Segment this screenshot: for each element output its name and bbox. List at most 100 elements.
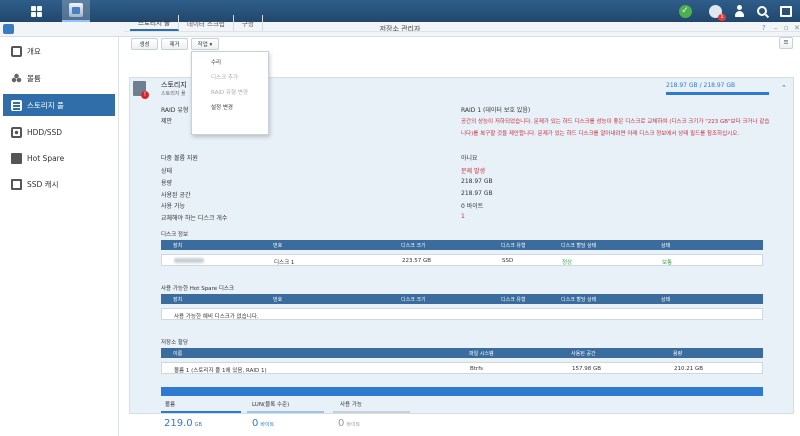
stat-lun-label: LUN(블록 수준) <box>252 402 290 408</box>
tab-settings[interactable]: 구성 <box>234 15 263 31</box>
sidebar-item-label: 스토리지 풀 <box>27 100 64 110</box>
sidebar-item-label: Hot Spare <box>27 153 65 163</box>
col-disk-size: 디스크 크기 <box>401 297 426 303</box>
widgets-icon <box>780 5 792 17</box>
widgets-button[interactable] <box>778 0 794 22</box>
capacity-value: 218.97 GB <box>461 178 493 185</box>
used-space-value: 218.97 GB <box>461 190 493 197</box>
col-alloc-status: 디스크 할당 상태 <box>561 297 597 303</box>
col-used: 사용된 공간 <box>571 351 596 357</box>
device-name-redacted <box>174 258 204 265</box>
replace-count-label: 교체해야 하는 디스크 개수 <box>161 215 228 222</box>
list-view-button[interactable]: ☰ <box>779 37 793 49</box>
search-icon <box>757 6 767 16</box>
sidebar-item-label: 볼륨 <box>27 73 41 83</box>
window-titlebar: 저장소 관리자 ? – ▫ ✕ <box>0 22 800 37</box>
hdd-icon <box>11 126 22 138</box>
action-button[interactable]: 작업 ▾ <box>191 38 219 50</box>
pool-subtitle: 스토리지 풀 <box>161 91 186 97</box>
volume-name: 볼륨 1 (스토리지 풀 1에 있음, RAID 1) <box>174 368 267 374</box>
col-alloc-status: 디스크 할당 상태 <box>561 243 597 249</box>
notifications-button[interactable]: 1 <box>706 0 726 22</box>
stat-available-value: 0 바이트 <box>338 418 360 429</box>
table-row[interactable]: 볼륨 1 (스토리지 풀 1에 있음, RAID 1) Btrfs 157.98… <box>161 362 763 374</box>
disk-info-title: 디스크 정보 <box>161 232 189 238</box>
tab-divider <box>124 31 800 32</box>
used-space: 157.98 GB <box>572 366 602 372</box>
pool-usage-bar <box>666 92 769 95</box>
disk-info-header: 장치 번호 디스크 크기 디스크 유형 디스크 할당 상태 상태 <box>161 240 763 250</box>
disk-number: 디스크 1 <box>274 260 295 266</box>
empty-message: 사용 가능한 예비 디스크가 없습니다. <box>174 314 259 320</box>
col-device: 장치 <box>173 243 183 249</box>
available-label: 사용 가능 <box>161 203 185 210</box>
disk-status: 보통 <box>662 260 673 266</box>
col-name: 이름 <box>173 351 183 357</box>
user-icon <box>734 5 745 17</box>
stat-lun-number: 0 <box>252 418 259 429</box>
status-label: 상태 <box>161 168 173 175</box>
tab-data-scrub[interactable]: 데이터 스크럽 <box>179 15 234 31</box>
system-health-button[interactable]: ✓ <box>676 0 694 22</box>
allocation-title: 저장소 할당 <box>161 340 189 346</box>
check-icon: ✓ <box>678 4 692 18</box>
sidebar-item-overview[interactable]: 개요 <box>3 40 115 62</box>
allocation-bar <box>161 387 763 396</box>
used-space-label: 사용된 공간 <box>161 192 191 199</box>
create-button[interactable]: 생성 <box>131 38 158 50</box>
user-button[interactable] <box>731 0 747 22</box>
hotspare-header: 장치 번호 디스크 크기 디스크 유형 디스크 할당 상태 상태 <box>161 294 763 304</box>
search-button[interactable] <box>754 0 770 22</box>
sidebar-item-volume[interactable]: 볼륨 <box>3 67 115 89</box>
stat-volume-value: 219.0 GB <box>164 418 202 429</box>
raid-type-value: RAID 1 (데이터 보호 있음) <box>461 107 531 114</box>
multi-volume-label: 다중 볼륨 지원 <box>161 155 198 162</box>
menu-item-change-raid[interactable]: RAID 유형 변경 <box>211 88 248 96</box>
remove-button[interactable]: 제거 <box>161 38 188 50</box>
notification-badge: 1 <box>718 13 726 21</box>
col-number: 번호 <box>273 297 283 303</box>
collapse-chevron-icon[interactable]: ⌃ <box>781 84 787 92</box>
col-disk-type: 디스크 유형 <box>501 243 526 249</box>
col-number: 번호 <box>273 243 283 249</box>
empty-row: 사용 가능한 예비 디스크가 없습니다. <box>161 308 763 320</box>
suggestion-text: 공간의 성능이 저하되었습니다. 문제가 있는 하드 디스크를 성능이 좋은 디… <box>461 119 770 137</box>
disk-type: SSD <box>502 258 514 264</box>
menu-item-change-settings[interactable]: 설정 변경 <box>211 103 233 111</box>
stat-lun-unit: 바이트 <box>260 422 275 428</box>
disk-alloc-status: 정상 <box>562 260 573 266</box>
menu-item-repair[interactable]: 수리 <box>211 58 221 66</box>
replace-count-value: 1 <box>461 213 465 220</box>
pool-name: 스토리지 <box>161 81 187 89</box>
col-device: 장치 <box>173 297 183 303</box>
table-row[interactable]: 디스크 1 223.57 GB SSD 정상 보통 <box>161 254 763 266</box>
stat-lun-value: 0 바이트 <box>252 418 274 429</box>
stat-volume-number: 219.0 <box>164 418 193 429</box>
pool-warning-icon <box>133 81 149 99</box>
sidebar-item-hot-spare[interactable]: Hot Spare <box>3 147 115 169</box>
menu-item-add-disk[interactable]: 디스크 추가 <box>211 73 238 81</box>
list-icon: ☰ <box>783 40 789 46</box>
available-value: 0 바이트 <box>461 203 484 210</box>
tab-bar: 스토리지 풀 데이터 스크럽 구성 <box>130 15 263 31</box>
pool-usage-text: 218.97 GB / 218.97 GB <box>666 82 736 89</box>
allocation-header: 이름 파일 시스템 사용된 공간 용량 <box>161 348 763 358</box>
notification-icon: 1 <box>708 4 726 21</box>
col-capacity: 용량 <box>673 351 683 357</box>
filesystem: Btrfs <box>470 366 483 372</box>
grid-icon <box>30 5 42 17</box>
col-status: 상태 <box>661 243 671 249</box>
main-menu-button[interactable] <box>22 0 50 22</box>
sidebar-item-storage-pool[interactable]: 스토리지 풀 <box>3 94 115 116</box>
col-disk-type: 디스크 유형 <box>501 297 526 303</box>
sidebar-item-ssd-cache[interactable]: SSD 캐시 <box>3 173 115 195</box>
stat-volume-label: 볼륨 <box>165 402 176 408</box>
col-status: 상태 <box>661 297 671 303</box>
sidebar-item-hdd-ssd[interactable]: HDD/SSD <box>3 121 115 143</box>
disk-size: 223.57 GB <box>402 258 432 264</box>
action-dropdown-menu: 수리 디스크 추가 RAID 유형 변경 설정 변경 <box>191 51 269 135</box>
stat-available-label: 사용 가능 <box>340 402 362 408</box>
storage-manager-taskbar-button[interactable] <box>62 0 90 22</box>
multi-volume-value: 아니요 <box>461 155 478 162</box>
tab-storage-pool[interactable]: 스토리지 풀 <box>130 15 179 31</box>
